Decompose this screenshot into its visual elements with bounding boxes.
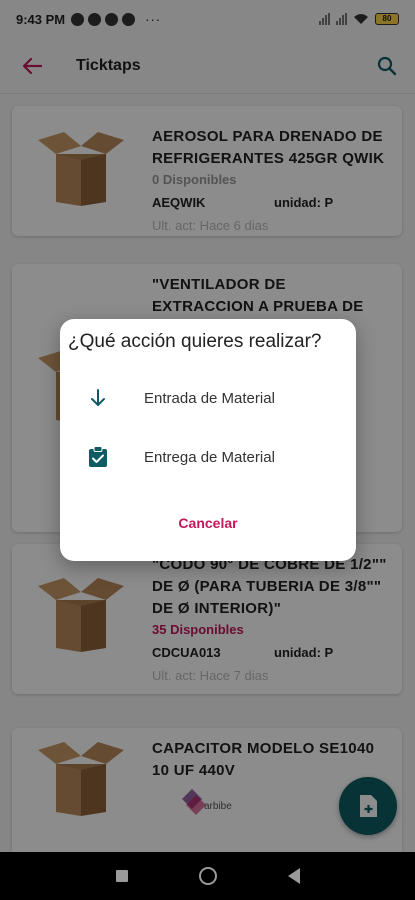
option-label: Entrada de Material	[144, 389, 275, 407]
option-label: Entrega de Material	[144, 448, 275, 466]
dialog-title: ¿Qué acción quieres realizar?	[68, 331, 322, 352]
system-nav-bar	[0, 852, 415, 900]
nav-back-button[interactable]	[287, 868, 300, 884]
option-entrada-material[interactable]: Entrada de Material	[60, 372, 356, 424]
screen: 9:43 PM ··· 80 Ticktaps AEROSOL PARA DRE…	[0, 0, 415, 900]
arrow-down-icon	[91, 389, 105, 406]
cancel-button[interactable]: Cancelar	[60, 515, 356, 531]
option-entrega-material[interactable]: Entrega de Material	[60, 431, 356, 483]
home-button[interactable]	[198, 867, 217, 885]
recents-button[interactable]	[115, 870, 128, 882]
action-dialog: ¿Qué acción quieres realizar? Entrada de…	[60, 319, 356, 561]
clipboard-check-icon	[89, 446, 107, 467]
